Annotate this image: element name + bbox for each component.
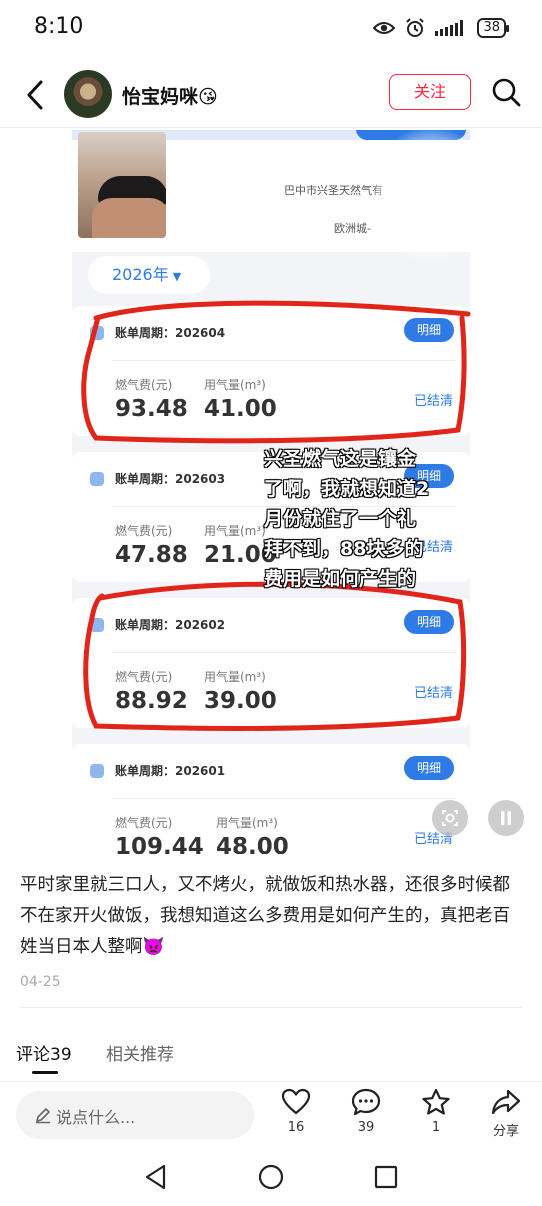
year-selector: 2026年 ▼ [88,256,210,294]
share-arrow-icon [491,1089,521,1115]
active-tab-indicator [32,1071,58,1074]
back-icon[interactable] [22,78,50,112]
status-icons: 38 [373,16,509,40]
fee-value: 109.44 [115,834,204,854]
privacy-blur [372,130,470,260]
like-count: 16 [287,1120,305,1135]
pause-icon [501,811,511,825]
bill-card: 账单周期：202602 明细 燃气费(元) 用气量(m³) 88.92 39.0… [72,598,470,728]
author-avatar[interactable] [64,70,112,118]
like-button[interactable]: 16 [274,1088,318,1135]
selfie-thumbnail [78,132,166,238]
post-description: 平时家里就三口人，又不烤火，就做饭和热水器，还很多时候都不在家开火做饭，我想知道… [20,875,510,957]
overlay-caption: 兴圣燃气这是镶金了啊，我就想知道2月份就住了一个礼拜不到，88块多的费用是如何产… [264,448,430,590]
volume-value: 48.00 [216,834,289,854]
fee-label: 燃气费(元) [115,816,173,830]
bill-period: 账单周期：202602 [115,618,226,632]
nav-recents-icon[interactable] [374,1165,398,1189]
paid-status: 已结清 [414,686,454,701]
bill-period: 账单周期：202603 [115,472,226,486]
pencil-icon [36,1108,50,1124]
favorite-button[interactable]: 1 [414,1088,458,1135]
comment-count: 39 [357,1120,375,1135]
comment-placeholder[interactable]: 说点什么... [56,1104,135,1128]
company-name: 巴中市兴圣天然气有 [284,184,383,197]
image-search-button[interactable] [432,800,468,836]
system-nav-bar [0,1150,542,1206]
bill-icon [90,764,104,778]
author-name[interactable]: 怡宝妈咪😘 [122,82,218,109]
fee-label: 燃气费(元) [115,670,173,684]
nav-home-icon[interactable] [258,1164,284,1190]
share-button[interactable]: 分享 [484,1088,528,1139]
alarm-icon [406,18,425,37]
bill-detail-button: 明细 [404,756,454,780]
bill-period: 账单周期：202604 [115,326,226,340]
scan-icon [442,810,458,826]
bill-card: 账单周期：202604 明细 燃气费(元) 用气量(m³) 93.48 41.0… [72,306,470,436]
battery-indicator: 38 [477,18,509,38]
tab-comments[interactable]: 评论39 [16,1040,72,1065]
fee-label: 燃气费(元) [115,378,173,392]
bill-icon [90,326,104,340]
status-bar: 8:10 38 [0,0,542,58]
caret-down-icon: ▼ [172,270,182,283]
star-icon [422,1088,450,1115]
fee-value: 93.48 [115,396,188,422]
favorite-count: 1 [431,1120,441,1135]
fee-value: 88.92 [115,688,188,714]
bill-card: 账单周期：202601 明细 燃气费(元) 用气量(m³) 109.44 48.… [72,744,470,854]
volume-label: 用气量(m³) [216,816,278,830]
post-date: 04-25 [20,974,61,990]
bill-period: 账单周期：202601 [115,764,226,778]
bill-detail-button: 明细 [404,610,454,634]
share-label: 分享 [492,1124,519,1139]
pause-button[interactable] [488,800,524,836]
volume-value: 41.00 [204,396,277,422]
account-address: 欧洲城- [334,222,371,235]
tab-related[interactable]: 相关推荐 [106,1040,174,1065]
post-header: 怡宝妈咪😘 关注 [0,62,542,128]
signal-icon [435,20,464,36]
comment-button[interactable]: 39 [344,1088,388,1135]
fee-value: 47.88 [115,542,188,568]
search-icon[interactable] [490,76,522,108]
heart-icon [281,1088,311,1115]
fee-label: 燃气费(元) [115,524,173,538]
nav-back-icon[interactable] [144,1164,168,1190]
volume-label: 用气量(m³) [204,378,266,392]
volume-label: 用气量(m³) [204,670,266,684]
bill-icon [90,472,104,486]
bill-icon [90,618,104,632]
comment-bubble-icon [351,1088,381,1116]
status-time: 8:10 [34,14,84,39]
eye-icon [373,22,396,34]
paid-status: 已结清 [414,394,454,409]
volume-value: 39.00 [204,688,277,714]
volume-label: 用气量(m³) [204,524,266,538]
bill-detail-button: 明细 [404,318,454,342]
follow-button[interactable]: 关注 [389,74,471,110]
